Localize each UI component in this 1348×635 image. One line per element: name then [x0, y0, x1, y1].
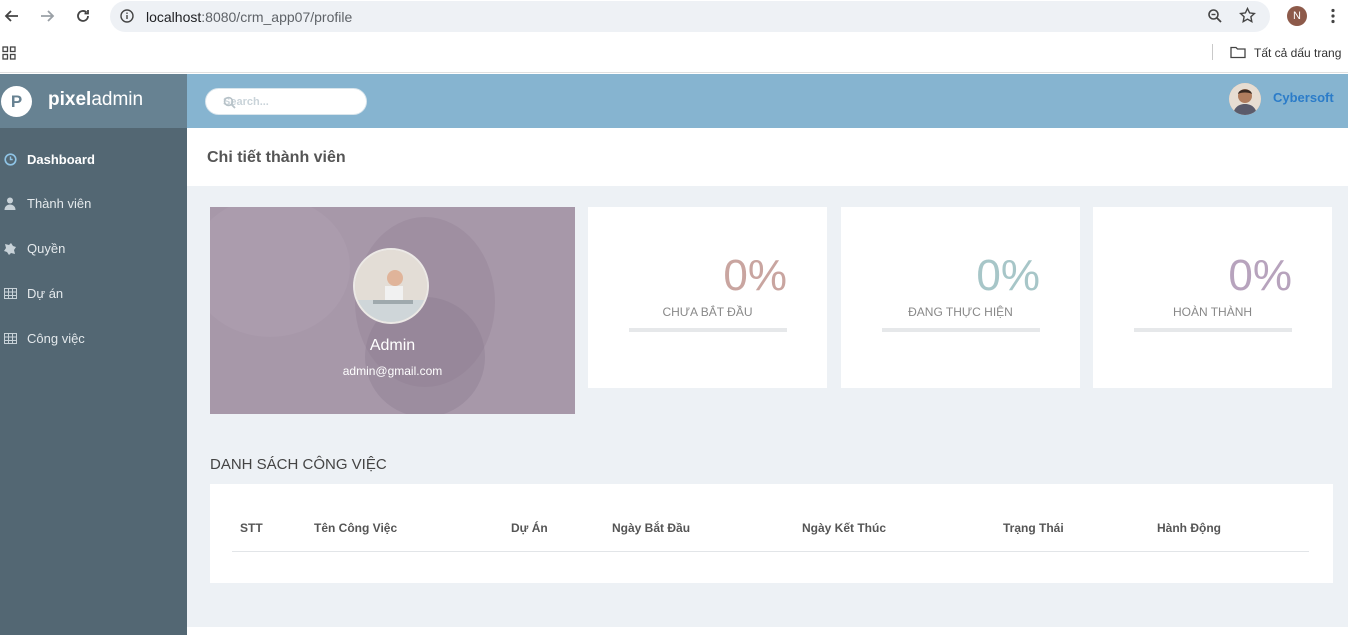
sidebar-item-label: Công việc — [27, 330, 85, 346]
logo-text-light: admin — [91, 89, 144, 110]
table-icon — [3, 331, 17, 345]
sidebar: P pixeladmin Dashboard Thành viên Quyền … — [0, 74, 187, 635]
all-bookmarks-link[interactable]: Tất cả dấu trang — [1254, 46, 1341, 60]
stat-label: HOÀN THÀNH — [1172, 305, 1253, 319]
search-icon[interactable] — [223, 96, 358, 112]
table-icon — [3, 286, 17, 300]
logo-mark: P — [1, 86, 32, 117]
browser-menu-icon[interactable] — [1330, 8, 1336, 29]
stat-card-not-started: 0% CHƯA BẮT ĐẦU — [588, 207, 827, 388]
logo-text-bold: pixel — [48, 89, 92, 110]
sidebar-item-label: Dự án — [27, 285, 64, 301]
puzzle-icon — [3, 241, 17, 255]
section-title: DANH SÁCH CÔNG VIỆC — [210, 456, 387, 473]
url-host: localhost — [146, 9, 202, 25]
footer-strip — [187, 627, 1348, 635]
table-header-task-name: Tên Công Việc — [314, 521, 398, 535]
stat-progress-bar — [629, 328, 787, 332]
address-bar[interactable]: localhost:8080/crm_app07/profile — [110, 1, 1270, 32]
stat-value: 0% — [723, 251, 787, 300]
sidebar-item-label: Dashboard — [27, 151, 95, 167]
browser-profile-avatar[interactable]: N — [1287, 6, 1307, 26]
table-header-project: Dự Án — [511, 521, 548, 535]
stat-label: CHƯA BẮT ĐẦU — [662, 305, 753, 319]
browser-toolbar: localhost:8080/crm_app07/profile N — [0, 0, 1348, 33]
table-header-start-date: Ngày Bắt Đầu — [612, 521, 691, 535]
page-title: Chi tiết thành viên — [207, 149, 346, 166]
logo[interactable]: P pixeladmin — [0, 74, 187, 128]
sidebar-item-roles[interactable]: Quyền — [0, 233, 187, 263]
main-content: Chi tiết thành viên Admin admin@gmail.co… — [187, 128, 1348, 628]
url-path: :8080/crm_app07/profile — [201, 9, 353, 25]
profile-name: Admin — [369, 337, 416, 354]
sidebar-item-label: Quyền — [27, 240, 66, 256]
sidebar-item-dashboard[interactable]: Dashboard — [0, 144, 187, 174]
stat-progress-bar — [882, 328, 1040, 332]
user-icon — [3, 196, 17, 210]
table-header-status: Trạng Thái — [1003, 521, 1064, 535]
page-header: Chi tiết thành viên — [187, 128, 1348, 186]
site-info-icon[interactable] — [120, 9, 134, 28]
stat-label: ĐANG THỰC HIỆN — [908, 305, 1013, 319]
stat-card-completed: 0% HOÀN THÀNH — [1093, 207, 1332, 388]
user-name[interactable]: Cybersoft — [1273, 90, 1334, 105]
zoom-icon[interactable] — [1207, 8, 1223, 29]
back-icon[interactable] — [0, 4, 24, 28]
stat-value: 0% — [976, 251, 1040, 300]
folder-icon — [1230, 45, 1246, 64]
profile-email: admin@gmail.com — [342, 364, 443, 378]
table-header-end-date: Ngày Kết Thúc — [802, 521, 887, 535]
search-input[interactable]: Search... — [205, 88, 367, 115]
profile-card: Admin admin@gmail.com — [210, 207, 575, 414]
stat-value: 0% — [1228, 251, 1292, 300]
table-divider — [232, 551, 1309, 552]
table-header-stt: STT — [240, 521, 263, 535]
apps-grid-icon[interactable] — [2, 46, 16, 65]
sidebar-item-tasks[interactable]: Công việc — [0, 323, 187, 353]
profile-avatar — [353, 248, 429, 324]
url-text: localhost:8080/crm_app07/profile — [146, 9, 352, 25]
bookmarks-bar: Tất cả dấu trang — [0, 33, 1348, 73]
sidebar-item-members[interactable]: Thành viên — [0, 188, 187, 218]
stat-progress-bar — [1134, 328, 1292, 332]
stat-card-in-progress: 0% ĐANG THỰC HIỆN — [841, 207, 1080, 388]
avatar[interactable] — [1229, 83, 1261, 115]
forward-icon[interactable] — [35, 4, 59, 28]
tasks-table: STT Tên Công Việc Dự Án Ngày Bắt Đầu Ngà… — [210, 484, 1333, 583]
bookmark-separator — [1212, 44, 1213, 60]
clock-icon — [3, 152, 17, 166]
bookmark-star-icon[interactable] — [1239, 6, 1256, 29]
app-topbar: Search... Cybersoft — [187, 74, 1348, 128]
logo-text: pixeladmin — [48, 89, 143, 111]
sidebar-item-label: Thành viên — [27, 195, 92, 211]
table-header-actions: Hành Động — [1157, 521, 1221, 535]
reload-icon[interactable] — [71, 4, 95, 28]
sidebar-item-projects[interactable]: Dự án — [0, 278, 187, 308]
